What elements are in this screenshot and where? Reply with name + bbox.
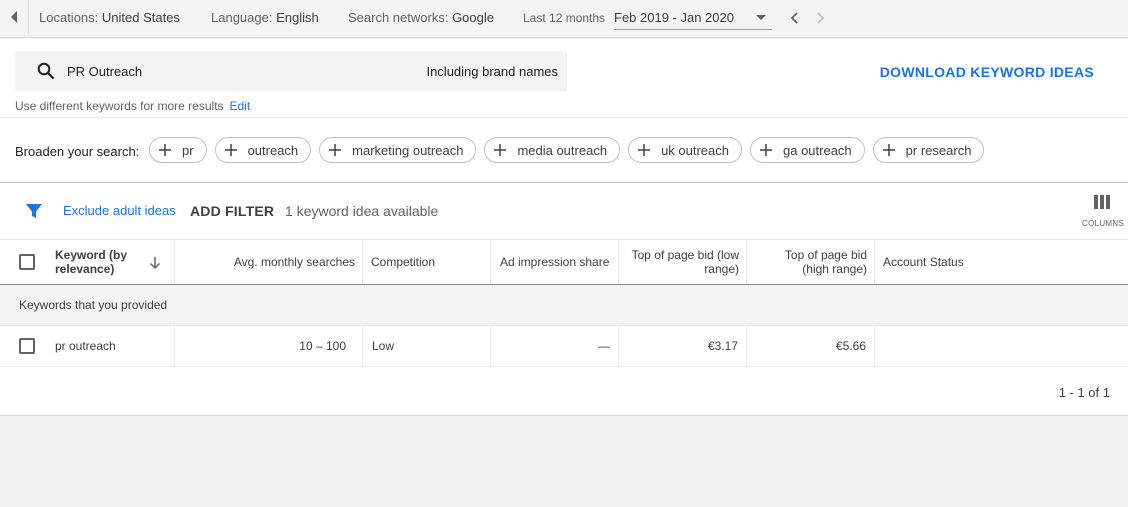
broaden-chip[interactable]: pr research <box>872 137 985 163</box>
table-row[interactable]: pr outreach 10 – 100 Low — €3.17 €5.66 <box>0 326 1128 367</box>
search-networks-setting[interactable]: Search networks: Google <box>348 10 494 25</box>
cell-avg-monthly-searches: 10 – 100 <box>174 326 363 366</box>
keyword-table: Keyword (by relevance) Avg. monthly sear… <box>0 239 1128 367</box>
cell-keyword: pr outreach <box>55 339 116 353</box>
chip-label: outreach <box>247 142 299 158</box>
row-checkbox[interactable] <box>19 338 35 354</box>
chip-label: marketing outreach <box>352 142 464 158</box>
plus-icon <box>329 144 342 156</box>
header-account-status[interactable]: Account Status <box>874 240 1128 284</box>
broaden-chip[interactable]: outreach <box>214 137 312 163</box>
cell-bid-high: €5.66 <box>746 326 875 366</box>
edit-link[interactable]: Edit <box>230 99 251 113</box>
search-hint: Use different keywords for more results E… <box>15 99 250 113</box>
date-range-value: Feb 2019 - Jan 2020 <box>614 10 734 25</box>
chip-label: media outreach <box>517 142 608 158</box>
exclude-adult-ideas-filter[interactable]: Exclude adult ideas <box>63 203 176 218</box>
group-label: Keywords that you provided <box>19 298 168 312</box>
period-label: Last 12 months <box>523 11 606 25</box>
filter-bar: Exclude adult ideas ADD FILTER 1 keyword… <box>0 183 1128 239</box>
cell-competition: Low <box>362 326 491 366</box>
plus-icon <box>494 144 507 156</box>
chevron-right-icon <box>817 12 825 24</box>
chip-label: ga outreach <box>783 142 852 158</box>
back-button[interactable] <box>0 0 29 34</box>
chip-label: uk outreach <box>661 142 729 158</box>
pagination-text: 1 - 1 of 1 <box>1058 385 1110 400</box>
header-bid-high[interactable]: Top of page bid (high range) <box>746 240 875 284</box>
chip-label: pr research <box>905 142 972 158</box>
locations-value: United States <box>101 10 180 25</box>
plus-icon <box>224 144 237 156</box>
brand-names-option[interactable]: Including brand names <box>426 64 558 79</box>
language-setting[interactable]: Language: English <box>211 10 319 25</box>
broaden-chip[interactable]: marketing outreach <box>319 137 477 163</box>
broaden-chips: pr outreach marketing outreach media out… <box>149 137 985 163</box>
filter-icon[interactable] <box>26 203 42 219</box>
download-keyword-ideas-button[interactable]: DOWNLOAD KEYWORD IDEAS <box>880 64 1094 80</box>
header-ad-impression-share[interactable]: Ad impression share <box>490 240 619 284</box>
dropdown-caret-icon <box>756 15 766 20</box>
date-range-dropdown[interactable]: Feb 2019 - Jan 2020 <box>614 8 772 30</box>
broaden-chip[interactable]: pr <box>149 137 207 163</box>
networks-value: Google <box>452 10 494 25</box>
plus-icon <box>159 144 171 156</box>
cell-ad-impression-share: — <box>490 326 619 366</box>
chip-label: pr <box>182 142 194 158</box>
header-bid-low[interactable]: Top of page bid (low range) <box>618 240 747 284</box>
broaden-chip[interactable]: media outreach <box>484 137 621 163</box>
broaden-search-label: Broaden your search: <box>15 144 140 159</box>
columns-button[interactable]: COLUMNS <box>1082 195 1125 228</box>
select-all-checkbox[interactable] <box>19 254 35 270</box>
header-avg-monthly-searches[interactable]: Avg. monthly searches <box>174 240 363 284</box>
sort-arrow-down-icon[interactable] <box>149 256 161 270</box>
previous-period-button[interactable] <box>786 8 802 28</box>
broaden-chip[interactable]: uk outreach <box>628 137 742 163</box>
plus-icon <box>760 144 772 156</box>
chevron-left-icon <box>790 12 798 24</box>
divider <box>0 117 1128 118</box>
top-bar: Locations: United States Language: Engli… <box>0 0 1128 38</box>
table-group-header: Keywords that you provided <box>0 285 1128 326</box>
plus-icon <box>882 144 895 156</box>
next-period-button[interactable] <box>813 8 829 28</box>
cell-account-status <box>874 326 1128 366</box>
keyword-ideas-panel: PR Outreach Including brand names DOWNLO… <box>0 39 1128 416</box>
locations-setting[interactable]: Locations: United States <box>39 10 180 25</box>
language-value: English <box>276 10 319 25</box>
back-arrow-icon <box>11 11 17 23</box>
networks-label: Search networks: <box>348 10 449 25</box>
search-icon <box>37 62 55 80</box>
language-label: Language: <box>211 10 273 25</box>
plus-icon <box>638 144 651 156</box>
keyword-count-text: 1 keyword idea available <box>285 203 439 219</box>
columns-icon <box>1094 195 1110 209</box>
table-header: Keyword (by relevance) Avg. monthly sear… <box>0 239 1128 285</box>
locations-label: Locations: <box>39 10 99 25</box>
keyword-search-box[interactable]: PR Outreach Including brand names <box>15 51 567 91</box>
search-query: PR Outreach <box>67 64 143 79</box>
cell-bid-low: €3.17 <box>618 326 747 366</box>
hint-text: Use different keywords for more results <box>15 99 224 113</box>
columns-label: COLUMNS <box>1082 219 1125 228</box>
add-filter-button[interactable]: ADD FILTER <box>190 203 274 219</box>
header-keyword[interactable]: Keyword (by relevance) <box>55 240 145 284</box>
header-competition[interactable]: Competition <box>362 240 491 284</box>
broaden-chip[interactable]: ga outreach <box>750 137 865 163</box>
